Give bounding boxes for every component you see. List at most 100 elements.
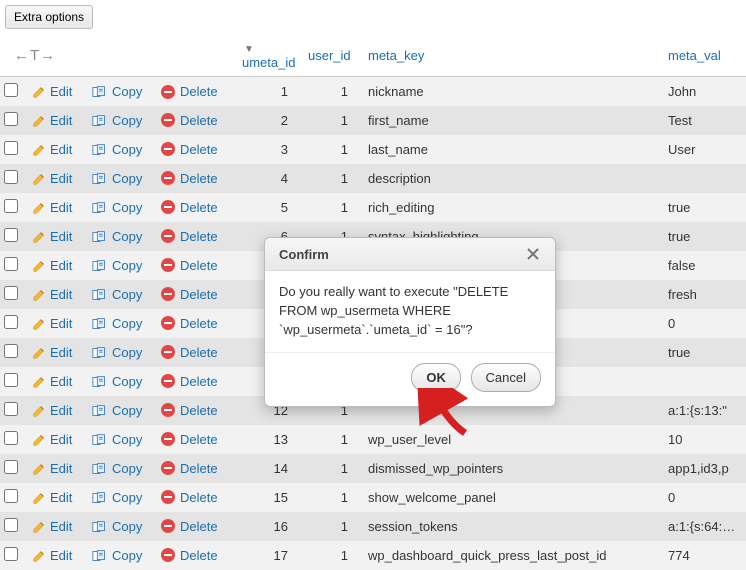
copy-label: Copy [112,258,142,273]
delete-link[interactable]: Delete [160,431,218,448]
copy-icon [92,431,108,447]
copy-link[interactable]: Copy [92,431,142,447]
edit-link[interactable]: Edit [32,431,72,447]
copy-link[interactable]: Copy [92,257,142,273]
edit-link[interactable]: Edit [32,344,72,360]
edit-link[interactable]: Edit [32,315,72,331]
edit-link[interactable]: Edit [32,199,72,215]
copy-link[interactable]: Copy [92,170,142,186]
delete-link[interactable]: Delete [160,460,218,477]
delete-link[interactable]: Delete [160,344,218,361]
table-row: EditCopyDelete161session_tokensa:1:{s:64… [0,512,746,541]
col-header-meta-val[interactable]: meta_val [668,48,721,63]
delete-link[interactable]: Delete [160,83,218,100]
table-row: EditCopyDelete171wp_dashboard_quick_pres… [0,541,746,570]
row-checkbox[interactable] [4,83,18,97]
extra-options-button[interactable]: Extra options [5,5,93,29]
copy-link[interactable]: Copy [92,547,142,563]
cancel-button[interactable]: Cancel [471,363,541,392]
edit-link[interactable]: Edit [32,402,72,418]
delete-link[interactable]: Delete [160,112,218,129]
col-header-umeta-id[interactable]: umeta_id [242,55,295,70]
delete-link[interactable]: Delete [160,228,218,245]
cell-meta-value: false [660,251,746,280]
delete-link[interactable]: Delete [160,170,218,187]
edit-label: Edit [50,403,72,418]
copy-label: Copy [112,84,142,99]
row-checkbox[interactable] [4,402,18,416]
edit-link[interactable]: Edit [32,257,72,273]
edit-link[interactable]: Edit [32,286,72,302]
delete-icon [160,431,176,448]
delete-link[interactable]: Delete [160,489,218,506]
pencil-icon [32,141,46,157]
col-header-user-id[interactable]: user_id [308,48,351,63]
delete-link[interactable]: Delete [160,402,218,419]
row-checkbox[interactable] [4,170,18,184]
row-checkbox[interactable] [4,518,18,532]
delete-link[interactable]: Delete [160,518,218,535]
copy-icon [92,489,108,505]
copy-icon [92,460,108,476]
copy-link[interactable]: Copy [92,518,142,534]
row-checkbox[interactable] [4,547,18,561]
row-checkbox[interactable] [4,489,18,503]
close-icon[interactable] [525,246,541,262]
copy-link[interactable]: Copy [92,344,142,360]
edit-link[interactable]: Edit [32,489,72,505]
row-checkbox[interactable] [4,199,18,213]
edit-link[interactable]: Edit [32,112,72,128]
row-checkbox[interactable] [4,141,18,155]
edit-link[interactable]: Edit [32,518,72,534]
copy-link[interactable]: Copy [92,83,142,99]
edit-link[interactable]: Edit [32,460,72,476]
delete-link[interactable]: Delete [160,199,218,216]
col-header-meta-key[interactable]: meta_key [368,48,424,63]
delete-link[interactable]: Delete [160,373,218,390]
delete-link[interactable]: Delete [160,141,218,158]
delete-link[interactable]: Delete [160,257,218,274]
ok-button[interactable]: OK [411,363,461,392]
copy-link[interactable]: Copy [92,112,142,128]
edit-link[interactable]: Edit [32,170,72,186]
row-checkbox[interactable] [4,112,18,126]
copy-link[interactable]: Copy [92,489,142,505]
sort-indicator-icon: ▼ [244,44,254,55]
row-checkbox[interactable] [4,257,18,271]
copy-link[interactable]: Copy [92,373,142,389]
pencil-icon [32,489,46,505]
edit-link[interactable]: Edit [32,141,72,157]
row-checkbox[interactable] [4,315,18,329]
cell-user-id: 1 [300,512,360,541]
copy-link[interactable]: Copy [92,228,142,244]
copy-icon [92,83,108,99]
cell-user-id: 1 [300,425,360,454]
row-checkbox[interactable] [4,460,18,474]
row-checkbox[interactable] [4,344,18,358]
edit-link[interactable]: Edit [32,228,72,244]
row-checkbox[interactable] [4,373,18,387]
row-checkbox[interactable] [4,228,18,242]
sort-direction-control[interactable]: ←T→ [8,43,62,68]
edit-link[interactable]: Edit [32,83,72,99]
delete-link[interactable]: Delete [160,315,218,332]
copy-link[interactable]: Copy [92,286,142,302]
copy-link[interactable]: Copy [92,141,142,157]
delete-link[interactable]: Delete [160,547,218,564]
edit-label: Edit [50,345,72,360]
edit-label: Edit [50,229,72,244]
edit-link[interactable]: Edit [32,547,72,563]
copy-link[interactable]: Copy [92,315,142,331]
edit-link[interactable]: Edit [32,373,72,389]
copy-link[interactable]: Copy [92,402,142,418]
delete-link[interactable]: Delete [160,286,218,303]
edit-label: Edit [50,258,72,273]
row-checkbox[interactable] [4,286,18,300]
cell-user-id: 1 [300,454,360,483]
row-checkbox[interactable] [4,431,18,445]
copy-link[interactable]: Copy [92,199,142,215]
delete-icon [160,373,176,390]
edit-label: Edit [50,519,72,534]
copy-link[interactable]: Copy [92,460,142,476]
edit-label: Edit [50,200,72,215]
